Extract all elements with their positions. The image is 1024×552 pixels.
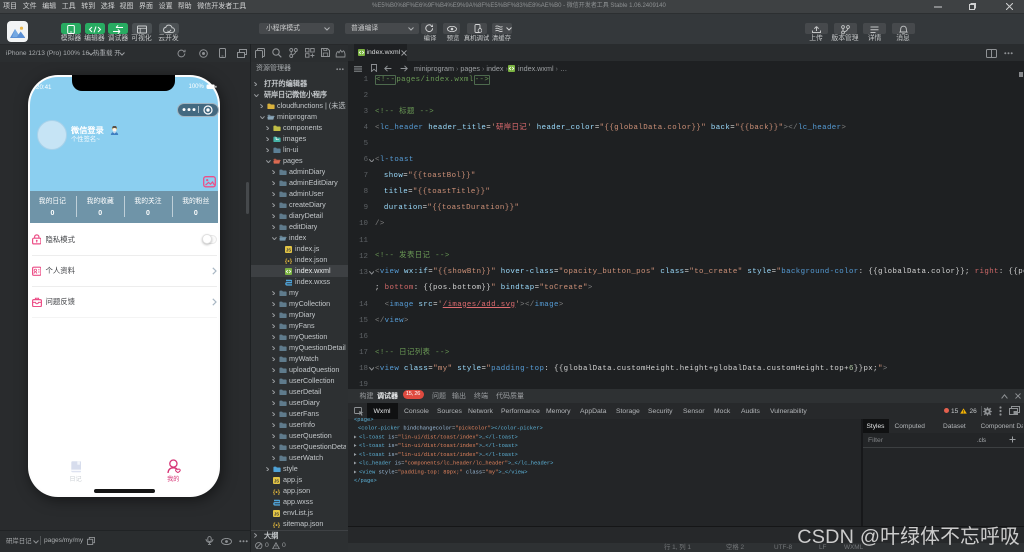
svg-text:{•}: {•} bbox=[273, 488, 280, 494]
svg-text:JS: JS bbox=[274, 478, 279, 483]
svg-text:{•}: {•} bbox=[285, 257, 292, 263]
svg-text:JS: JS bbox=[286, 247, 291, 252]
svg-text:{•}: {•} bbox=[273, 521, 280, 527]
svg-text:JS: JS bbox=[274, 511, 279, 516]
